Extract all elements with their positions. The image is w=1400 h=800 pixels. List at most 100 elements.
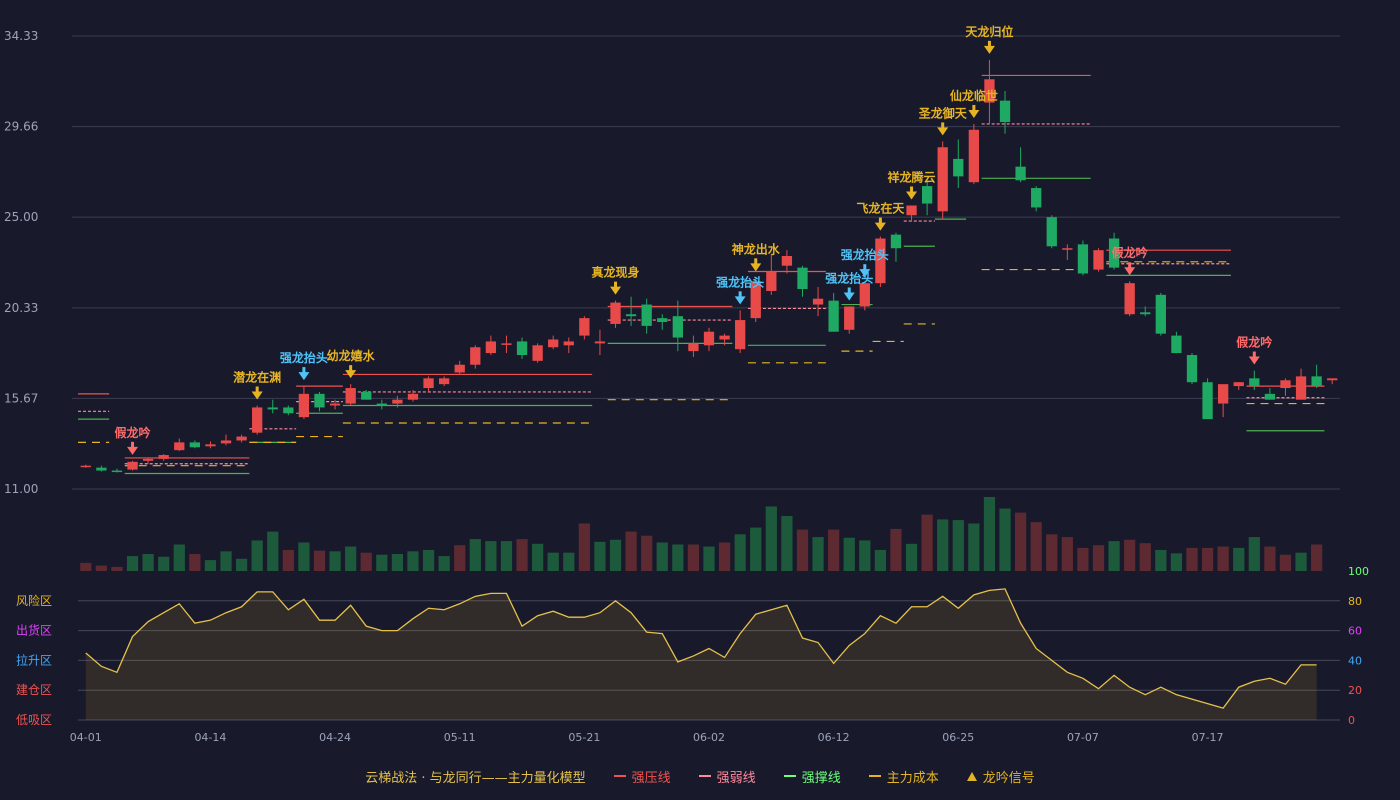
candle-body — [548, 339, 559, 348]
volume-bar — [609, 539, 622, 571]
signal-label: 真龙现身 — [592, 265, 640, 280]
candle-body — [563, 341, 574, 346]
volume-bar — [641, 535, 653, 571]
volume-bar — [158, 556, 170, 571]
x-tick-label: 07-07 — [1067, 731, 1099, 744]
candle-body — [906, 205, 917, 216]
legend-label: 主力成本 — [886, 770, 939, 786]
candle-body — [252, 407, 263, 433]
candle-body — [407, 393, 419, 400]
signal-arrow-icon — [906, 191, 918, 200]
volume-bar — [532, 543, 544, 571]
x-tick-label: 06-12 — [818, 731, 850, 744]
volume-bar — [1295, 552, 1307, 571]
volume-bar — [1139, 543, 1151, 571]
indicator-area — [85, 588, 1317, 720]
candle-body — [610, 302, 621, 324]
candle-body — [189, 442, 200, 448]
volume-bar — [142, 554, 154, 571]
level-lines — [78, 74, 1325, 475]
volume-bar — [1046, 534, 1058, 571]
volume-bars — [80, 497, 1323, 571]
y-tick-label: 34.33 — [4, 29, 38, 43]
candle-body — [953, 158, 964, 177]
volume-bar — [781, 516, 793, 571]
candle-body — [968, 129, 980, 183]
candle-body — [1327, 378, 1338, 381]
volume-bar — [173, 544, 185, 571]
candlesticks — [80, 59, 1338, 473]
signal-label: 潜龙在渊 — [233, 370, 281, 385]
indicator-tick-label: 40 — [1348, 654, 1362, 667]
candle-body — [532, 345, 543, 361]
legend-swatch — [783, 775, 796, 777]
candle-body — [361, 391, 372, 400]
candle-body — [1031, 188, 1042, 208]
volume-bar — [111, 566, 123, 571]
x-tick-label: 04-01 — [70, 731, 102, 744]
volume-bar — [204, 560, 217, 571]
zone-label: 风险区 — [16, 593, 52, 608]
candle-body — [283, 407, 294, 414]
candle-body — [641, 304, 652, 326]
volume-bar — [438, 556, 450, 571]
signal-arrow-icon — [610, 286, 622, 295]
candle-body — [844, 306, 855, 330]
volume-bar — [1030, 522, 1042, 571]
dragon-chart: 假龙吟潜龙在渊强龙抬头幼龙嬉水真龙现身强龙抬头神龙出水强龙抬头强龙抬头飞龙在天祥… — [4, 24, 1369, 744]
volume-bar — [1201, 547, 1214, 571]
signal-arrow-icon — [127, 446, 139, 455]
candle-body — [1062, 248, 1073, 250]
volume-bar — [843, 537, 855, 571]
volume-bar — [500, 541, 513, 571]
volume-bar — [547, 552, 559, 571]
candle-body — [267, 407, 278, 410]
volume-bar — [360, 552, 372, 571]
signal-arrow-icon — [1124, 267, 1136, 276]
signal-label: 圣龙御天 — [918, 105, 968, 120]
x-tick-label: 05-21 — [568, 731, 600, 744]
candle-body — [1155, 294, 1166, 334]
volume-bar — [235, 558, 248, 571]
candle-body — [205, 444, 216, 447]
volume-bar — [983, 497, 996, 571]
candle-body — [735, 320, 746, 350]
y-tick-label: 20.33 — [4, 301, 38, 315]
volume-bar — [625, 531, 637, 571]
candle-body — [859, 283, 870, 307]
candle-body — [1311, 376, 1322, 387]
candle-body — [1218, 384, 1229, 404]
signal-label: 飞龙在天 — [856, 201, 905, 216]
candle-body — [937, 147, 948, 212]
signal-arrow-icon — [734, 296, 746, 305]
x-tick-label: 07-17 — [1192, 731, 1224, 744]
signal-arrow-icon — [968, 109, 980, 118]
candle-body — [329, 403, 341, 406]
candle-body — [314, 393, 325, 408]
volume-bar — [594, 541, 606, 571]
legend-item-support: 强撑线 — [783, 767, 841, 786]
volume-bar — [313, 550, 326, 571]
volume-bar — [703, 546, 715, 571]
legend-item-cost: 主力成本 — [868, 767, 939, 786]
volume-bar — [656, 542, 668, 571]
legend-label: 龙吟信号 — [982, 770, 1035, 786]
volume-bar — [329, 551, 341, 571]
signal-label: 强龙抬头 — [280, 350, 328, 365]
volume-bar — [905, 543, 918, 571]
candle-body — [220, 440, 232, 444]
volume-bar — [1248, 537, 1260, 571]
zone-label: 出货区 — [16, 623, 52, 638]
volume-bar — [937, 519, 949, 571]
legend-swatch — [698, 775, 711, 777]
x-tick-label: 04-24 — [319, 731, 351, 744]
volume-bar — [454, 545, 466, 571]
indicator-tick-label: 80 — [1348, 595, 1362, 608]
volume-bar — [563, 552, 575, 571]
candle-body — [672, 316, 683, 338]
legend-swatch — [613, 775, 626, 777]
triangle-icon — [966, 771, 977, 781]
y-tick-label: 25.00 — [4, 210, 38, 224]
candle-body — [1280, 380, 1291, 389]
volume-bar — [422, 549, 435, 571]
